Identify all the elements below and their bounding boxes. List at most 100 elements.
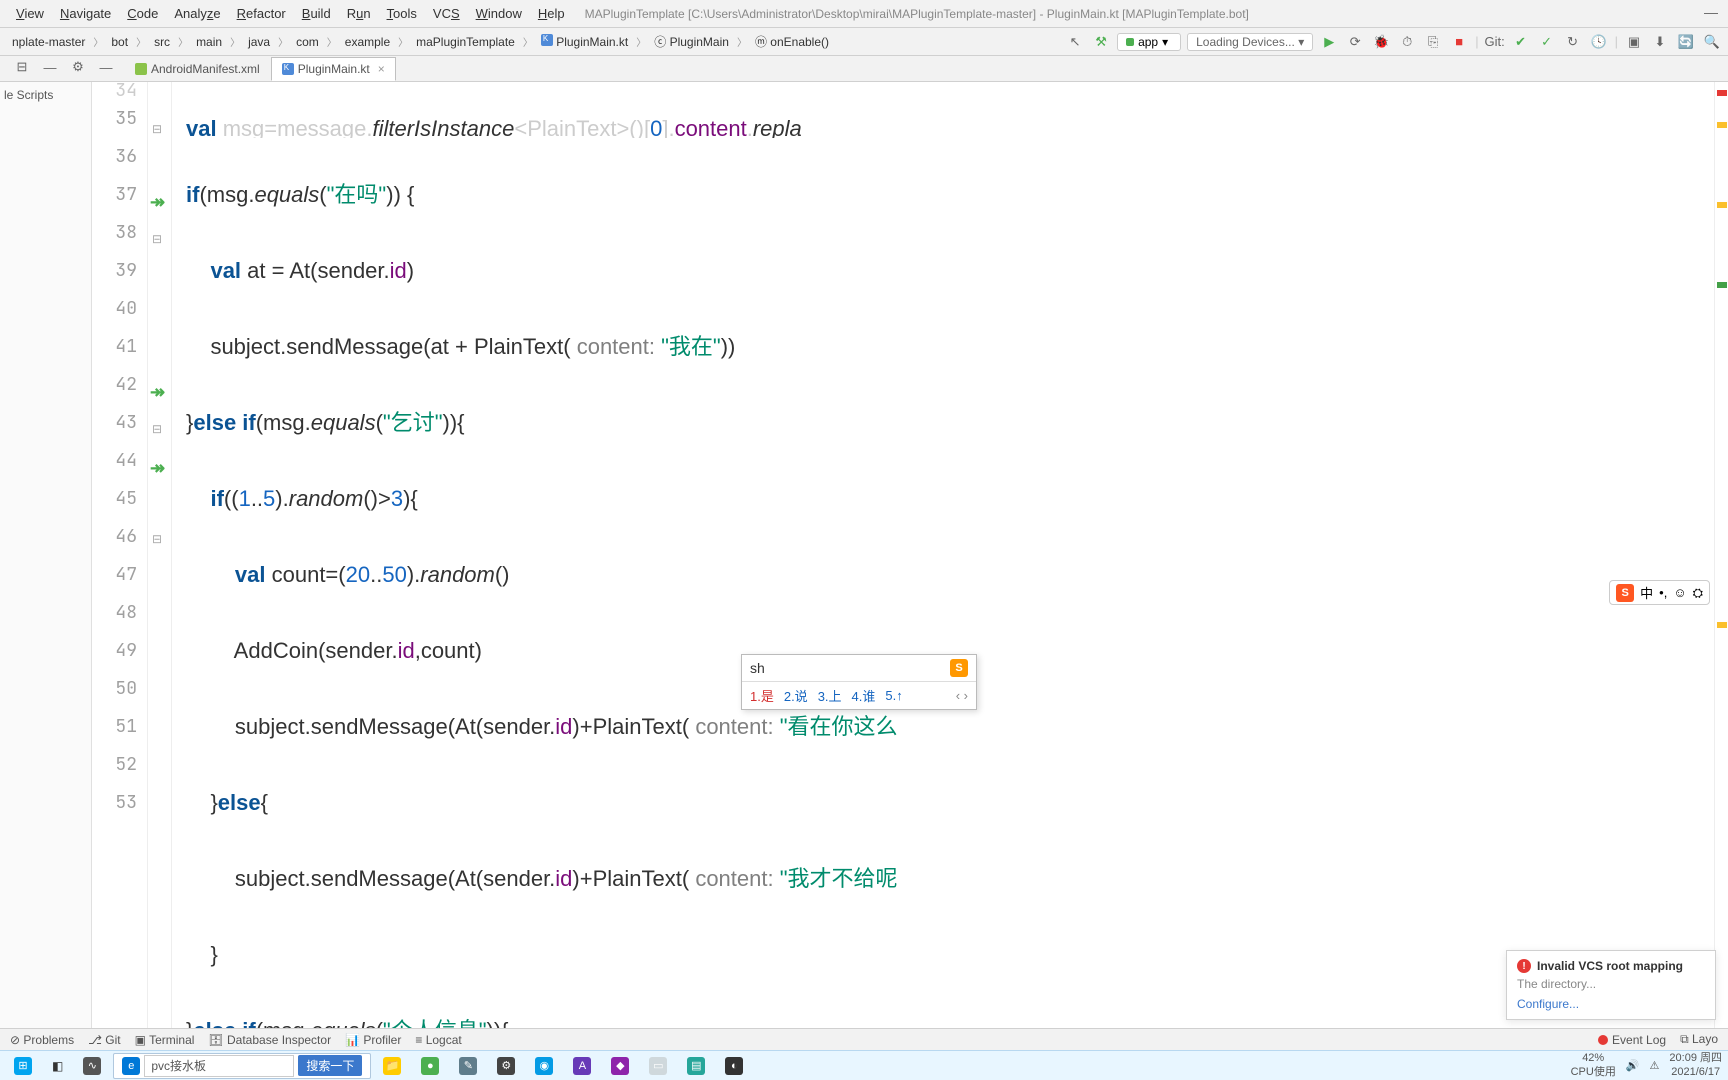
tool-problems[interactable]: ⊘ Problems [10,1033,74,1047]
taskbar-app[interactable]: ● [413,1053,447,1079]
git-label: Git: [1485,32,1505,52]
event-log[interactable]: Event Log [1598,1033,1666,1047]
crumb[interactable]: ⓜ onEnable() [749,31,835,52]
run-config-dropdown[interactable]: app ▾ [1117,33,1181,51]
git-update-icon[interactable]: ↻ [1563,32,1583,52]
code-editor[interactable]: val msg=message.filterIsInstance<PlainTe… [172,82,1714,1028]
taskbar-explorer[interactable]: 📁 [375,1053,409,1079]
taskbar-app[interactable]: ⚙ [489,1053,523,1079]
menu-view[interactable]: View [8,4,52,23]
hammer-icon[interactable]: ⚒ [1091,32,1111,52]
menu-build[interactable]: Build [294,4,339,23]
minimize-icon[interactable]: — [1704,4,1718,20]
menubar: View Navigate Code Analyze Refactor Buil… [0,0,1728,28]
sogou-icon: S [950,659,968,677]
run-icon[interactable]: ▶ [1319,32,1339,52]
ime-pager[interactable]: ‹ › [956,688,968,703]
menu-run[interactable]: Run [339,4,379,23]
ime-candidates[interactable]: 1.是 2.说 3.上 4.谁 5.↑ ‹ › [742,682,976,709]
search-button[interactable]: 搜索一下 [298,1055,362,1076]
menu-navigate[interactable]: Navigate [52,4,119,23]
editor-area: le Scripts 34 353637 383940 414243 44454… [0,82,1728,1028]
fold-column[interactable]: ↠ ↠ ↠ ⊟ ⊟ ⊟ ⊟ [148,82,172,1028]
debug-icon[interactable]: 🐞 [1371,32,1391,52]
crumb[interactable]: PluginMain.kt [535,32,634,51]
tray-icon[interactable]: 🔊 [1626,1059,1640,1072]
ime-input: sh [750,660,765,676]
hide-icon[interactable]: — [96,57,116,77]
window-title: MAPluginTemplate [C:\Users\Administrator… [573,7,1720,21]
taskbar-app[interactable]: ✎ [451,1053,485,1079]
taskbar-app[interactable]: ▤ [679,1053,713,1079]
apply-changes-icon[interactable]: ⟳ [1345,32,1365,52]
stop-icon[interactable]: ■ [1449,32,1469,52]
layout-inspector[interactable]: ⧉ Layo [1680,1032,1718,1047]
search-icon[interactable]: 🔍 [1702,32,1722,52]
attach-icon[interactable]: ⎘ [1423,32,1443,52]
menu-analyze[interactable]: Analyze [166,4,228,23]
configure-link[interactable]: Configure... [1517,997,1705,1011]
notification-panel: !Invalid VCS root mapping The directory.… [1506,950,1716,1020]
crumb[interactable]: bot [105,33,134,51]
nav-bar: nplate-master〉 bot〉 src〉 main〉 java〉 com… [0,28,1728,56]
taskbar-app[interactable]: A [565,1053,599,1079]
crumb[interactable]: ⓒ PluginMain [648,31,735,52]
ime-language-bar[interactable]: S 中 •, ☺ ⛭ [1609,580,1710,605]
crumb[interactable]: example [339,33,396,51]
start-button[interactable]: ⊞ [6,1053,40,1079]
taskbar-app[interactable]: ▭ [641,1053,675,1079]
crumb[interactable]: src [148,33,176,51]
sogou-icon: S [1616,584,1634,602]
back-icon[interactable]: ↖ [1065,32,1085,52]
tool-terminal[interactable]: ▣ Terminal [135,1033,195,1047]
windows-taskbar[interactable]: ⊞ ◧ ∿ e pvc接水板 搜索一下 📁 ● ✎ ⚙ ◉ A ◆ ▭ ▤ ◐ … [0,1050,1728,1080]
tool-git[interactable]: ⎇ Git [88,1033,121,1047]
project-icon[interactable]: ⊟ [12,57,32,77]
sdk-icon[interactable]: ⬇ [1650,32,1670,52]
vcs-change-icon: ↠ [150,192,166,208]
collapse-icon[interactable]: — [40,57,60,77]
error-stripe[interactable] [1714,82,1728,1028]
close-icon[interactable]: × [378,62,385,76]
crumb[interactable]: java [242,33,276,51]
sync-icon[interactable]: 🔄 [1676,32,1696,52]
taskbar-app[interactable]: ∿ [75,1053,109,1079]
clock[interactable]: 20:09 周四2021/6/17 [1669,1052,1722,1078]
git-commit-icon[interactable]: ✔ [1511,32,1531,52]
device-dropdown[interactable]: Loading Devices... ▾ [1187,33,1313,51]
task-view[interactable]: ◧ [44,1053,71,1079]
taskbar-app[interactable]: ◆ [603,1053,637,1079]
profiler-icon[interactable]: ⏱ [1397,32,1417,52]
menu-refactor[interactable]: Refactor [229,4,294,23]
crumb[interactable]: nplate-master [6,33,91,51]
system-tray[interactable]: 42%CPU使用 🔊 ⚠ 20:09 周四2021/6/17 [1571,1052,1722,1078]
menu-help[interactable]: Help [530,4,573,23]
crumb[interactable]: maPluginTemplate [410,33,521,51]
taskbar-app[interactable]: ◉ [527,1053,561,1079]
tool-logcat[interactable]: ≡ Logcat [415,1033,461,1047]
menu-vcs[interactable]: VCS [425,4,468,23]
scripts-panel[interactable]: le Scripts [0,82,92,1028]
git-push-icon[interactable]: ✓ [1537,32,1557,52]
tool-database-inspector[interactable]: 🗄 Database Inspector [208,1033,331,1047]
menu-code[interactable]: Code [119,4,166,23]
taskbar-ie[interactable]: e pvc接水板 搜索一下 [113,1053,371,1079]
gear-icon[interactable]: ⚙ [68,57,88,77]
cpu-usage: 42%CPU使用 [1571,1052,1616,1078]
crumb[interactable]: com [290,33,325,51]
menu-tools[interactable]: Tools [379,4,425,23]
line-gutter: 34 353637 383940 414243 444546 474849 50… [92,82,148,1028]
tab-androidmanifest[interactable]: AndroidManifest.xml [124,57,271,81]
menu-window[interactable]: Window [468,4,530,23]
taskbar-app[interactable]: ◐ [717,1053,751,1079]
breadcrumb: nplate-master〉 bot〉 src〉 main〉 java〉 com… [6,31,835,52]
inspection-summary[interactable]: ⬤ 1 ▲ 4 ▲ 8 ✎ 1 [1608,82,1706,94]
tab-pluginmain[interactable]: PluginMain.kt× [271,57,396,81]
tool-profiler[interactable]: 📊 Profiler [345,1033,401,1047]
crumb[interactable]: main [190,33,228,51]
git-history-icon[interactable]: 🕓 [1589,32,1609,52]
avd-icon[interactable]: ▣ [1624,32,1644,52]
vcs-change-icon: ↠ [150,458,166,474]
ime-popup[interactable]: sh S 1.是 2.说 3.上 4.谁 5.↑ ‹ › [741,654,977,710]
tray-icon[interactable]: ⚠ [1650,1059,1660,1072]
